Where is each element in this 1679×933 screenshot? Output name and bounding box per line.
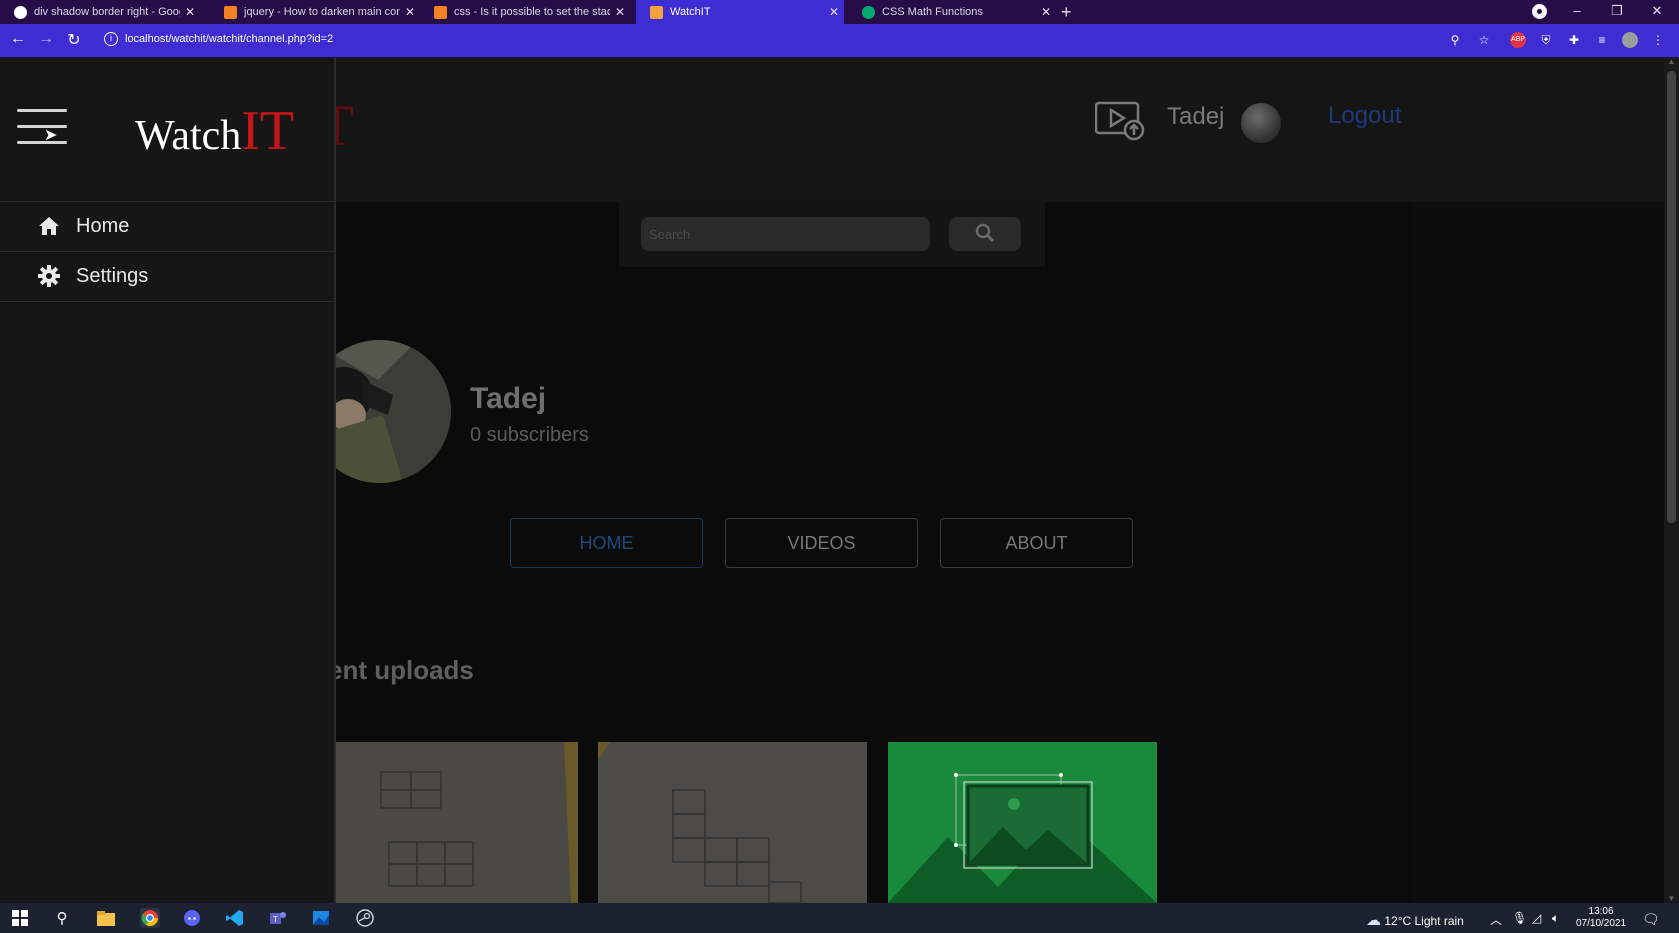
subscriber-count: 0 subscribers bbox=[470, 424, 589, 446]
adblock-icon[interactable]: ABP bbox=[1510, 32, 1526, 48]
taskbar: ⚲ T ☁ 12°C Light rain ︿ 🎙︎ ◿ 🔈︎ 13:06 07… bbox=[0, 903, 1679, 933]
zoom-icon[interactable]: ⚲ bbox=[1447, 32, 1463, 48]
reload-icon[interactable]: ↻ bbox=[64, 30, 84, 50]
search-icon[interactable]: ⚲ bbox=[52, 908, 72, 928]
cloud-icon: ☁ bbox=[1366, 912, 1381, 929]
close-icon[interactable]: ✕ bbox=[1036, 5, 1056, 19]
minimize-button[interactable]: – bbox=[1559, 0, 1595, 24]
search-input[interactable] bbox=[641, 217, 930, 251]
tray-chevron-icon[interactable]: ︿ bbox=[1490, 911, 1502, 928]
logo-accent: IT bbox=[241, 100, 295, 162]
scroll-down-icon[interactable]: ▼ bbox=[1666, 894, 1677, 903]
restore-button[interactable]: ❐ bbox=[1599, 0, 1635, 24]
media-icon[interactable]: ≡ bbox=[1594, 32, 1610, 48]
logout-link[interactable]: Logout bbox=[1328, 102, 1401, 130]
gear-icon bbox=[38, 265, 60, 287]
chrome-icon[interactable] bbox=[140, 908, 160, 928]
page-scrollbar[interactable]: ▲ ▼ bbox=[1664, 57, 1679, 903]
home-icon bbox=[39, 217, 59, 235]
network-icon[interactable]: ◿ bbox=[1532, 911, 1541, 925]
record-icon[interactable] bbox=[1532, 4, 1547, 19]
browser-tab[interactable]: jquery - How to darken main cor ✕ bbox=[210, 0, 420, 24]
tab-home[interactable]: HOME bbox=[510, 518, 703, 568]
windows-start-icon[interactable] bbox=[10, 908, 30, 928]
upload-video-icon[interactable] bbox=[1095, 101, 1145, 141]
stackoverflow-icon bbox=[224, 5, 237, 19]
discord-icon[interactable] bbox=[182, 908, 202, 928]
profile-avatar-icon[interactable] bbox=[1622, 32, 1638, 48]
back-icon[interactable]: ← bbox=[8, 30, 28, 48]
tab-title: CSS Math Functions bbox=[882, 6, 983, 18]
clock[interactable]: 13:06 07/10/2021 bbox=[1576, 906, 1626, 930]
tab-title: css - Is it possible to set the stacl bbox=[454, 6, 610, 18]
weather-widget[interactable]: ☁ 12°C Light rain bbox=[1366, 911, 1464, 929]
screen: div shadow border right - Googl ✕ jquery… bbox=[0, 0, 1679, 933]
image-placeholder-icon bbox=[888, 742, 1157, 903]
menu-icon[interactable]: ⋮ bbox=[1650, 32, 1666, 48]
weather-text: 12°C Light rain bbox=[1384, 914, 1464, 928]
video-thumbnail-placeholder[interactable] bbox=[888, 742, 1157, 903]
search-button[interactable] bbox=[949, 217, 1021, 251]
header-username[interactable]: Tadej bbox=[1167, 103, 1224, 131]
clock-date: 07/10/2021 bbox=[1576, 918, 1627, 929]
microphone-icon[interactable]: 🎙︎ bbox=[1512, 911, 1527, 925]
close-icon[interactable]: ✕ bbox=[180, 5, 200, 19]
channel-name: Tadej bbox=[470, 382, 547, 415]
svg-text:T: T bbox=[273, 915, 278, 924]
scroll-up-icon[interactable]: ▲ bbox=[1666, 57, 1677, 66]
sidebar-header: ➤ WatchIT bbox=[0, 57, 334, 202]
stackoverflow-icon bbox=[434, 5, 447, 19]
new-tab-button[interactable]: + bbox=[1061, 0, 1072, 24]
bookmark-star-icon[interactable]: ☆ bbox=[1476, 32, 1492, 48]
browser-toolbar: ← → ↻ i localhost/watchit/watchit/channe… bbox=[0, 24, 1679, 57]
scrollbar-thumb[interactable] bbox=[1667, 71, 1676, 523]
file-explorer-icon[interactable] bbox=[96, 908, 116, 928]
mouse-cursor-icon: ➤ bbox=[44, 127, 58, 144]
hamburger-menu-icon[interactable] bbox=[17, 109, 67, 145]
w3schools-icon bbox=[862, 5, 875, 19]
tab-videos[interactable]: VIDEOS bbox=[725, 518, 918, 568]
search-container bbox=[619, 202, 1045, 267]
vscode-icon[interactable] bbox=[225, 908, 245, 928]
browser-tab[interactable]: css - Is it possible to set the stacl ✕ bbox=[420, 0, 630, 24]
video-thumbnail[interactable] bbox=[598, 742, 867, 903]
browser-tab-bar: div shadow border right - Googl ✕ jquery… bbox=[0, 0, 1679, 24]
browser-tab[interactable]: CSS Math Functions ✕ bbox=[848, 0, 1056, 24]
sidebar-logo[interactable]: WatchIT bbox=[135, 99, 294, 163]
tab-about[interactable]: ABOUT bbox=[940, 518, 1133, 568]
sidebar-item-settings[interactable]: Settings bbox=[0, 252, 334, 302]
sidebar: ➤ WatchIT Home Settings bbox=[0, 57, 336, 903]
clock-time: 13:06 bbox=[1588, 906, 1614, 917]
logo-text: Watch bbox=[135, 113, 242, 159]
search-icon bbox=[975, 223, 995, 242]
tab-title: WatchIT bbox=[670, 6, 711, 18]
tab-title: jquery - How to darken main cor bbox=[244, 6, 400, 18]
volume-icon[interactable]: 🔈︎ bbox=[1552, 911, 1559, 926]
photos-icon[interactable] bbox=[311, 908, 331, 928]
header-avatar[interactable] bbox=[1241, 103, 1281, 143]
close-icon[interactable]: ✕ bbox=[610, 5, 630, 19]
browser-tab[interactable]: div shadow border right - Googl ✕ bbox=[0, 0, 200, 24]
recent-uploads-title: ent uploads bbox=[328, 655, 474, 685]
notification-icon[interactable]: 🗨︎ bbox=[1642, 911, 1660, 928]
teams-icon[interactable]: T bbox=[268, 908, 288, 928]
video-thumbnail[interactable] bbox=[309, 742, 578, 903]
sidebar-item-label: Settings bbox=[76, 265, 149, 287]
close-icon[interactable]: ✕ bbox=[824, 5, 844, 19]
extensions-icon[interactable]: ✚ bbox=[1566, 32, 1582, 48]
tab-title: div shadow border right - Googl bbox=[34, 6, 180, 18]
sidebar-item-label: Home bbox=[76, 215, 130, 237]
close-window-button[interactable]: ✕ bbox=[1639, 0, 1675, 24]
google-icon bbox=[14, 5, 27, 19]
address-bar[interactable]: i localhost/watchit/watchit/channel.php?… bbox=[96, 28, 1458, 52]
sidebar-item-home[interactable]: Home bbox=[0, 202, 334, 252]
shield-icon[interactable]: ⛨ bbox=[1538, 32, 1554, 48]
close-icon[interactable]: ✕ bbox=[400, 5, 420, 19]
url-text: localhost/watchit/watchit/channel.php?id… bbox=[125, 33, 334, 45]
forward-icon[interactable]: → bbox=[36, 30, 56, 48]
browser-tab-active[interactable]: WatchIT ✕ bbox=[636, 0, 844, 24]
watchit-icon bbox=[650, 5, 663, 19]
info-icon[interactable]: i bbox=[104, 32, 118, 46]
steam-icon[interactable] bbox=[355, 908, 375, 928]
